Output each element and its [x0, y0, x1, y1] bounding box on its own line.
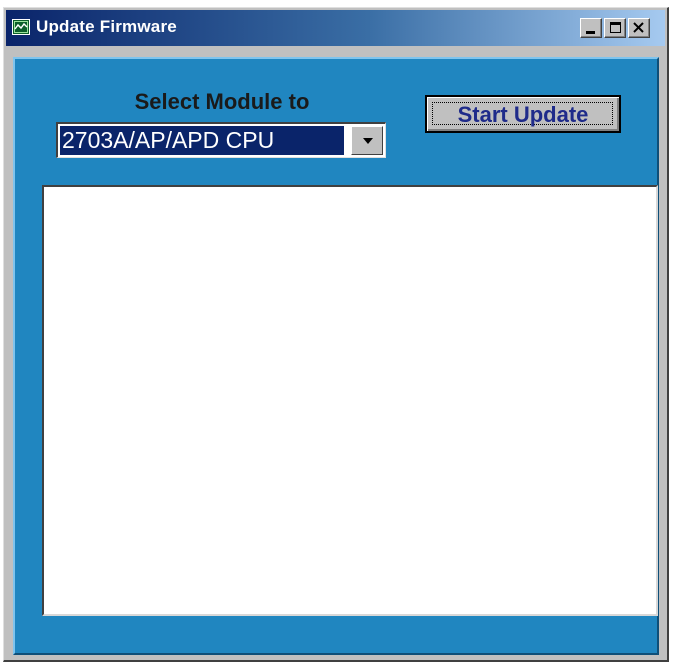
chevron-down-icon — [363, 138, 373, 144]
chart-monitor-icon[interactable] — [12, 19, 30, 35]
maximize-button[interactable] — [604, 18, 626, 38]
minimize-button[interactable] — [580, 18, 602, 38]
title-bar[interactable]: Update Firmware — [6, 10, 665, 46]
close-icon — [629, 19, 649, 37]
firmware-panel: Select Module to Update 2703A/AP/APD CPU… — [13, 57, 659, 655]
window-title: Update Firmware — [36, 17, 177, 36]
start-update-label: Start Update — [457, 102, 589, 127]
close-button[interactable] — [628, 18, 650, 38]
dropdown-button[interactable] — [351, 126, 383, 155]
update-firmware-window: Update Firmware Select Module to Update … — [3, 7, 669, 662]
module-select-value[interactable]: 2703A/AP/APD CPU — [60, 126, 344, 155]
start-update-button[interactable]: Start Update — [425, 95, 621, 133]
update-log-area[interactable] — [42, 185, 658, 616]
maximize-icon — [610, 22, 621, 33]
minimize-icon — [586, 31, 595, 34]
select-module-label: Select Module to Update — [134, 89, 310, 114]
module-select[interactable]: 2703A/AP/APD CPU — [56, 122, 386, 158]
